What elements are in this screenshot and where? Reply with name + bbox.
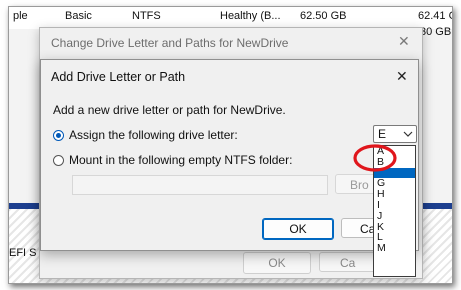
chevron-down-icon[interactable] xyxy=(402,127,414,141)
assign-letter-label: Assign the following drive letter: xyxy=(69,128,238,142)
dropdown-option[interactable]: J xyxy=(374,210,415,222)
close-icon[interactable]: ✕ xyxy=(396,68,408,85)
screenshot-frame: ple Basic NTFS Healthy (B... 62.50 GB 62… xyxy=(8,6,453,284)
free-space-cell-2: 30 GB xyxy=(420,26,452,38)
dropdown-option[interactable]: M xyxy=(374,243,415,254)
efi-partition-label: EFI S xyxy=(9,247,37,259)
dialog-description: Add a new drive letter or path for NewDr… xyxy=(53,103,286,117)
filesystem-cell: NTFS xyxy=(132,10,161,22)
outer-ok-button[interactable]: OK xyxy=(243,252,311,274)
radio-checked-icon[interactable] xyxy=(53,130,64,141)
layout-cell: Basic xyxy=(65,10,92,22)
assign-letter-option[interactable]: Assign the following drive letter: xyxy=(53,128,238,142)
inner-dialog-title: Add Drive Letter or Path xyxy=(51,70,186,84)
annotation-circle-icon xyxy=(353,144,397,172)
volume-name-cell: ple xyxy=(13,10,28,22)
dropdown-option[interactable]: H xyxy=(374,189,415,200)
status-cell: Healthy (B... xyxy=(220,10,281,22)
ok-button[interactable]: OK xyxy=(262,218,334,240)
mount-folder-option[interactable]: Mount in the following empty NTFS folder… xyxy=(53,153,292,167)
outer-dialog-title: Change Drive Letter and Paths for NewDri… xyxy=(51,36,289,50)
selected-drive-letter: E xyxy=(378,127,387,141)
folder-path-input[interactable] xyxy=(72,175,328,195)
free-space-cell: 62.41 GB xyxy=(418,10,452,22)
radio-unchecked-icon[interactable] xyxy=(53,155,64,166)
drive-letter-select[interactable]: E xyxy=(373,125,417,143)
capacity-cell: 62.50 GB xyxy=(300,10,347,22)
disk-volume-row[interactable]: ple Basic NTFS Healthy (B... 62.50 GB 62… xyxy=(9,7,452,38)
mount-folder-label: Mount in the following empty NTFS folder… xyxy=(69,153,293,167)
close-icon[interactable]: ✕ xyxy=(398,33,410,50)
